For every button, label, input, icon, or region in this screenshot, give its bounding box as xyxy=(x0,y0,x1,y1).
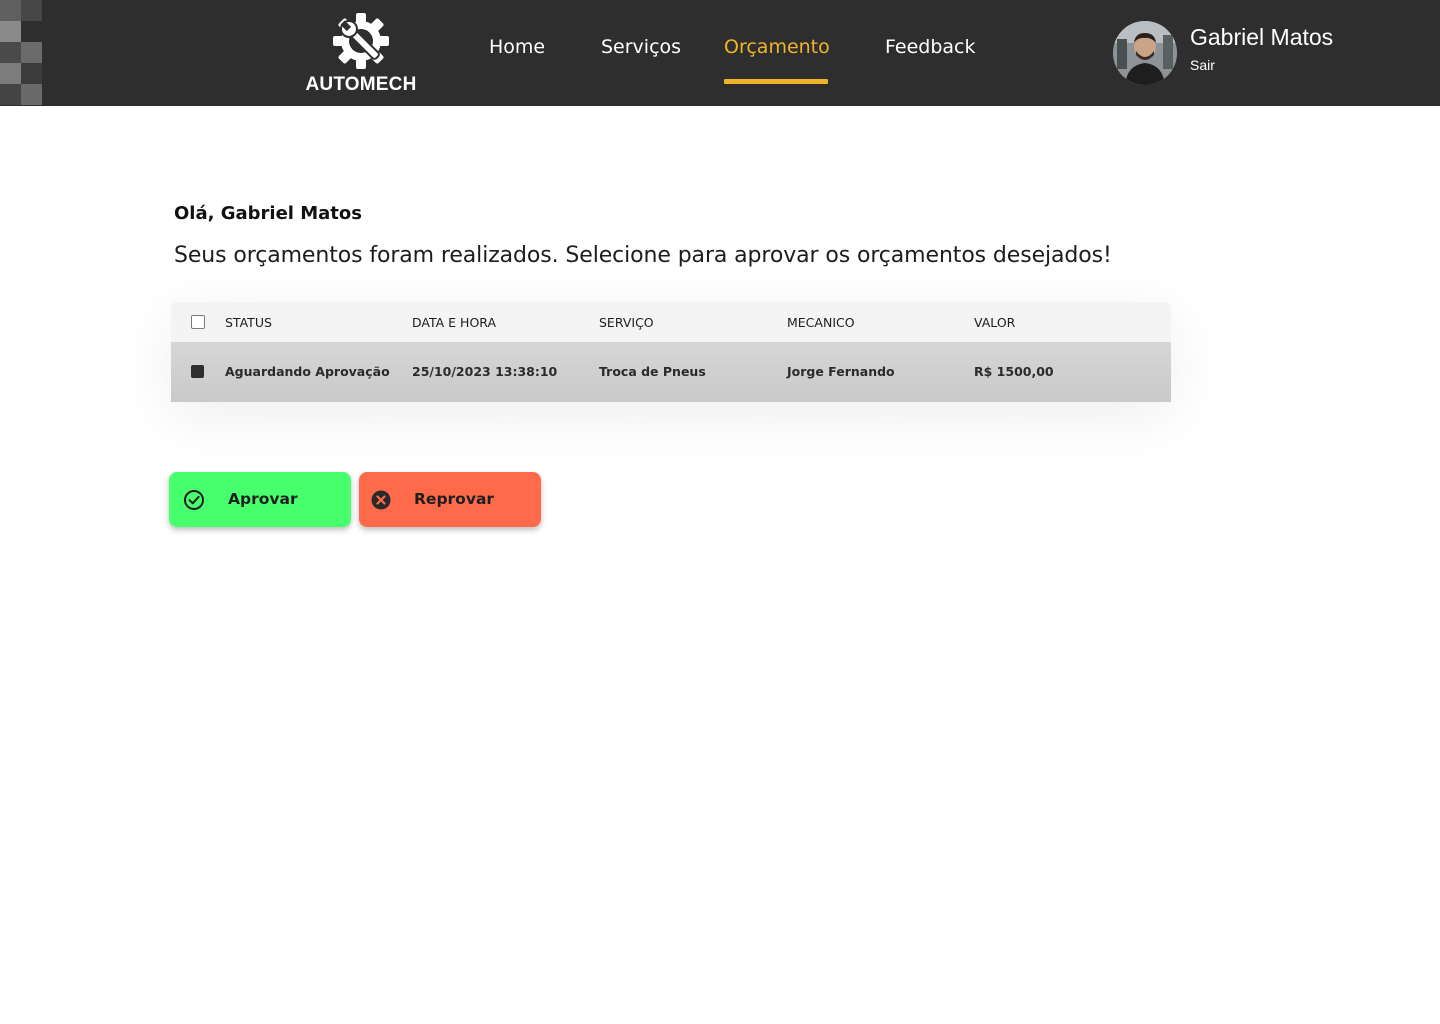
brand-logo[interactable]: AUTOMECH xyxy=(300,10,422,96)
nav-servicos[interactable]: Serviços xyxy=(601,36,681,64)
user-avatar[interactable] xyxy=(1113,21,1177,85)
active-nav-indicator xyxy=(724,79,828,84)
reject-button[interactable]: Reprovar xyxy=(359,472,541,527)
row-service: Troca de Pneus xyxy=(599,364,706,379)
col-header-datetime: DATA E HORA xyxy=(412,315,497,330)
user-name: Gabriel Matos xyxy=(1190,24,1334,50)
col-header-value: VALOR xyxy=(974,315,1016,330)
logout-link[interactable]: Sair xyxy=(1190,57,1215,73)
row-mechanic: Jorge Fernando xyxy=(787,364,895,379)
table-header: STATUS DATA E HORA SERVIÇO MECANICO VALO… xyxy=(171,302,1171,342)
checker-pattern-decoration xyxy=(0,0,42,106)
greeting-heading: Olá, Gabriel Matos xyxy=(174,203,362,224)
reject-label: Reprovar xyxy=(414,490,495,508)
page-subtitle: Seus orçamentos foram realizados. Seleci… xyxy=(174,243,1112,268)
nav-feedback[interactable]: Feedback xyxy=(885,36,975,64)
approve-label: Aprovar xyxy=(228,490,298,508)
col-header-service: SERVIÇO xyxy=(599,315,654,330)
select-all-checkbox[interactable] xyxy=(191,315,205,329)
table-row[interactable]: Aguardando Aprovação 25/10/2023 13:38:10… xyxy=(171,342,1171,402)
row-checkbox[interactable] xyxy=(191,365,204,378)
gear-wrench-icon xyxy=(333,13,389,69)
brand-name: AUTOMECH xyxy=(305,74,417,95)
nav-home[interactable]: Home xyxy=(489,36,545,64)
row-value: R$ 1500,00 xyxy=(974,364,1054,379)
col-header-mechanic: MECANICO xyxy=(787,315,855,330)
col-header-status: STATUS xyxy=(225,315,272,330)
quotes-table: STATUS DATA E HORA SERVIÇO MECANICO VALO… xyxy=(171,302,1171,402)
top-navbar: AUTOMECH Home Serviços Orçamento Feedbac… xyxy=(0,0,1440,106)
row-status: Aguardando Aprovação xyxy=(225,364,390,379)
approve-button[interactable]: Aprovar xyxy=(169,472,351,527)
row-datetime: 25/10/2023 13:38:10 xyxy=(412,364,558,379)
nav-orcamento[interactable]: Orçamento xyxy=(724,36,830,64)
x-circle-icon xyxy=(371,490,391,510)
check-circle-icon xyxy=(184,490,204,510)
user-avatar-photo xyxy=(1113,21,1177,85)
